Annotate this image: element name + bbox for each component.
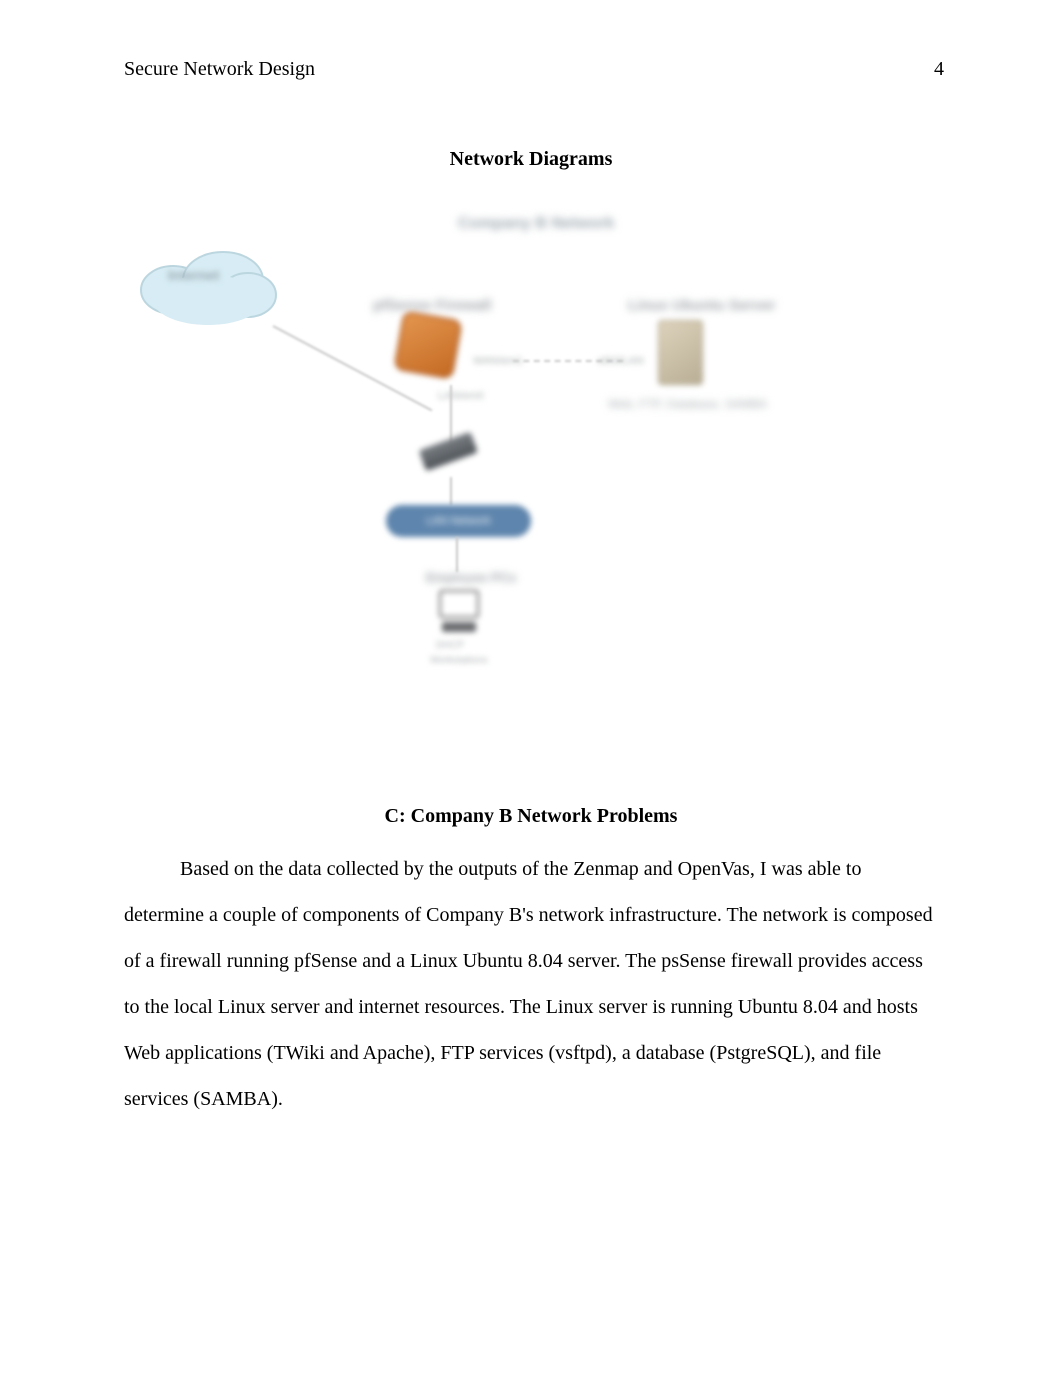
network-diagram: Company B Network Internet pfSense Firew… [118, 205, 948, 765]
server-icon [658, 320, 703, 385]
paragraph-text: Based on the data collected by the outpu… [124, 846, 938, 1122]
body-paragraph: Based on the data collected by the outpu… [124, 846, 938, 1122]
switch-icon [419, 432, 483, 484]
server-services-label: Web, FTP, Database, SAMBA [608, 397, 808, 409]
workstation-label: Employee PCs [426, 570, 516, 585]
workstation-dhcp-label: DHCP [436, 640, 486, 650]
server-eth-label: eth0/LAN [598, 355, 658, 367]
workstation-sub-label: Workstations [430, 655, 495, 665]
server-label: Linux Ubuntu Server [628, 297, 776, 314]
lan-network-label: LAN Network [426, 515, 491, 527]
lan-network-pill: LAN Network [386, 505, 531, 537]
running-head: Secure Network Design [124, 58, 315, 81]
firewall-label: pfSense Firewall [373, 297, 491, 314]
page-header: Secure Network Design 4 [124, 58, 944, 81]
switch-to-lan-line [450, 477, 452, 505]
diagrams-heading: Network Diagrams [0, 148, 1062, 171]
diagram-title-label: Company B Network [458, 215, 614, 233]
firewall-icon [398, 315, 468, 385]
lan-to-workstation-line [456, 537, 458, 572]
section-c-heading: C: Company B Network Problems [0, 805, 1062, 828]
page-number: 4 [934, 58, 944, 81]
firewall-to-switch-line [450, 385, 452, 445]
cloud-label: Internet [168, 267, 219, 283]
workstation-icon [434, 590, 484, 635]
